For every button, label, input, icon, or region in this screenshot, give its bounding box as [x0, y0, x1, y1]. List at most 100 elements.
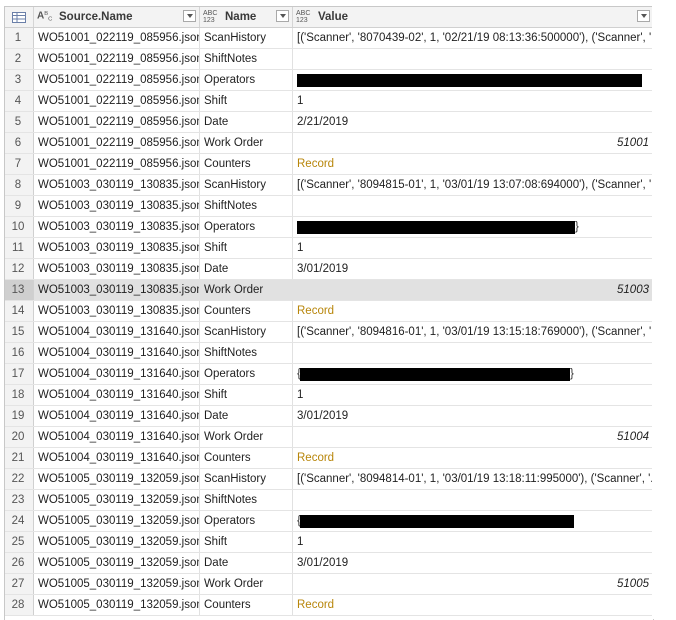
- column-header-name[interactable]: ABC 123 Name: [200, 7, 293, 27]
- table-row[interactable]: 7 WO51001_022119_085956.json Counters Recor…: [5, 154, 653, 175]
- row-number[interactable]: 11: [5, 238, 34, 258]
- filter-dropdown-icon[interactable]: [637, 10, 650, 22]
- name-cell[interactable]: Counters: [200, 301, 293, 321]
- table-row[interactable]: 1 WO51001_022119_085956.json ScanHistory[(…: [5, 28, 653, 49]
- row-number[interactable]: 22: [5, 469, 34, 489]
- source-name-cell[interactable]: WO51001_022119_085956.json: [34, 154, 200, 174]
- value-cell[interactable]: 3/01/2019: [293, 553, 653, 573]
- column-header-source-name[interactable]: ABC Source.Name: [34, 7, 200, 27]
- name-cell[interactable]: Shift: [200, 385, 293, 405]
- value-cell-redacted[interactable]: {}: [293, 217, 653, 237]
- row-number[interactable]: 13: [5, 280, 34, 300]
- row-number[interactable]: 9: [5, 196, 34, 216]
- table-row[interactable]: 17 WO51004_030119_131640.json Operators{}: [5, 364, 653, 385]
- table-row[interactable]: 23 WO51005_030119_132059.json ShiftNotes: [5, 490, 653, 511]
- value-cell[interactable]: [293, 49, 653, 69]
- value-cell-redacted[interactable]: {}: [293, 364, 653, 384]
- value-cell[interactable]: [293, 490, 653, 510]
- source-name-cell[interactable]: WO51004_030119_131640.json: [34, 364, 200, 384]
- table-row[interactable]: 18 WO51004_030119_131640.json Shift 1: [5, 385, 653, 406]
- column-header-value[interactable]: ABC 123 Value: [293, 7, 653, 27]
- table-row[interactable]: 13 WO51003_030119_130835.json Work Order 51…: [5, 280, 653, 301]
- source-name-cell[interactable]: WO51004_030119_131640.json: [34, 385, 200, 405]
- name-cell[interactable]: Counters: [200, 595, 293, 615]
- row-number[interactable]: 6: [5, 133, 34, 153]
- source-name-cell[interactable]: WO51003_030119_130835.json: [34, 280, 200, 300]
- row-number[interactable]: 17: [5, 364, 34, 384]
- source-name-cell[interactable]: WO51001_022119_085956.json: [34, 133, 200, 153]
- table-row[interactable]: 12 WO51003_030119_130835.json Date 3/01/201…: [5, 259, 653, 280]
- name-cell[interactable]: Counters: [200, 448, 293, 468]
- row-number[interactable]: 18: [5, 385, 34, 405]
- source-name-cell[interactable]: WO51004_030119_131640.json: [34, 427, 200, 447]
- row-number[interactable]: 3: [5, 70, 34, 90]
- value-cell[interactable]: [293, 343, 653, 363]
- table-row[interactable]: 6 WO51001_022119_085956.json Work Order 510…: [5, 133, 653, 154]
- filter-dropdown-icon[interactable]: [276, 10, 289, 22]
- row-number[interactable]: 25: [5, 532, 34, 552]
- value-cell[interactable]: 1: [293, 532, 653, 552]
- value-cell-number[interactable]: 51005: [293, 574, 653, 594]
- row-number[interactable]: 2: [5, 49, 34, 69]
- row-number[interactable]: 8: [5, 175, 34, 195]
- row-number[interactable]: 10: [5, 217, 34, 237]
- table-row[interactable]: 19 WO51004_030119_131640.json Date 3/01/201…: [5, 406, 653, 427]
- table-row[interactable]: 21 WO51004_030119_131640.json Counters Reco…: [5, 448, 653, 469]
- row-number[interactable]: 20: [5, 427, 34, 447]
- name-cell[interactable]: Operators: [200, 511, 293, 531]
- source-name-cell[interactable]: WO51001_022119_085956.json: [34, 91, 200, 111]
- name-cell[interactable]: ScanHistory: [200, 175, 293, 195]
- row-number[interactable]: 23: [5, 490, 34, 510]
- source-name-cell[interactable]: WO51005_030119_132059.json: [34, 511, 200, 531]
- row-number[interactable]: 7: [5, 154, 34, 174]
- value-cell[interactable]: 1: [293, 91, 653, 111]
- table-row[interactable]: 16 WO51004_030119_131640.json ShiftNotes: [5, 343, 653, 364]
- record-link[interactable]: Record: [293, 595, 653, 615]
- row-number[interactable]: 1: [5, 28, 34, 48]
- table-row[interactable]: 26 WO51005_030119_132059.json Date 3/01/201…: [5, 553, 653, 574]
- row-number[interactable]: 27: [5, 574, 34, 594]
- record-link[interactable]: Record: [293, 448, 653, 468]
- name-cell[interactable]: Shift: [200, 238, 293, 258]
- name-cell[interactable]: ShiftNotes: [200, 196, 293, 216]
- source-name-cell[interactable]: WO51005_030119_132059.json: [34, 490, 200, 510]
- source-name-cell[interactable]: WO51005_030119_132059.json: [34, 469, 200, 489]
- source-name-cell[interactable]: WO51005_030119_132059.json: [34, 553, 200, 573]
- name-cell[interactable]: ShiftNotes: [200, 343, 293, 363]
- value-cell[interactable]: [('Scanner', '8094814-01', 1, '03/01/19 …: [293, 469, 653, 489]
- name-cell[interactable]: Work Order: [200, 280, 293, 300]
- name-cell[interactable]: Date: [200, 553, 293, 573]
- record-link[interactable]: Record: [293, 154, 653, 174]
- table-row[interactable]: 28 WO51005_030119_132059.json Counters Reco…: [5, 595, 653, 616]
- name-cell[interactable]: Date: [200, 112, 293, 132]
- source-name-cell[interactable]: WO51005_030119_132059.json: [34, 574, 200, 594]
- record-link[interactable]: Record: [293, 301, 653, 321]
- name-cell[interactable]: Shift: [200, 532, 293, 552]
- value-cell-number[interactable]: 51004: [293, 427, 653, 447]
- table-row[interactable]: 15 WO51004_030119_131640.json ScanHistory[…: [5, 322, 653, 343]
- value-cell[interactable]: 2/21/2019: [293, 112, 653, 132]
- table-row[interactable]: 25 WO51005_030119_132059.json Shift 1: [5, 532, 653, 553]
- source-name-cell[interactable]: WO51004_030119_131640.json: [34, 343, 200, 363]
- value-cell-number[interactable]: 51001: [293, 133, 653, 153]
- row-number[interactable]: 26: [5, 553, 34, 573]
- name-cell[interactable]: Work Order: [200, 427, 293, 447]
- row-number[interactable]: 4: [5, 91, 34, 111]
- name-cell[interactable]: Operators: [200, 364, 293, 384]
- row-number[interactable]: 12: [5, 259, 34, 279]
- source-name-cell[interactable]: WO51003_030119_130835.json: [34, 217, 200, 237]
- row-number[interactable]: 14: [5, 301, 34, 321]
- source-name-cell[interactable]: WO51005_030119_132059.json: [34, 595, 200, 615]
- value-cell-redacted[interactable]: {: [293, 70, 653, 90]
- table-row[interactable]: 14 WO51003_030119_130835.json Counters Reco…: [5, 301, 653, 322]
- value-cell-number[interactable]: 51003: [293, 280, 653, 300]
- name-cell[interactable]: ScanHistory: [200, 469, 293, 489]
- table-row[interactable]: 9 WO51003_030119_130835.json ShiftNotes: [5, 196, 653, 217]
- value-cell[interactable]: 3/01/2019: [293, 406, 653, 426]
- row-number[interactable]: 24: [5, 511, 34, 531]
- source-name-cell[interactable]: WO51005_030119_132059.json: [34, 532, 200, 552]
- source-name-cell[interactable]: WO51001_022119_085956.json: [34, 112, 200, 132]
- value-cell[interactable]: 1: [293, 385, 653, 405]
- table-row[interactable]: 8 WO51003_030119_130835.json ScanHistory[(…: [5, 175, 653, 196]
- name-cell[interactable]: Operators: [200, 70, 293, 90]
